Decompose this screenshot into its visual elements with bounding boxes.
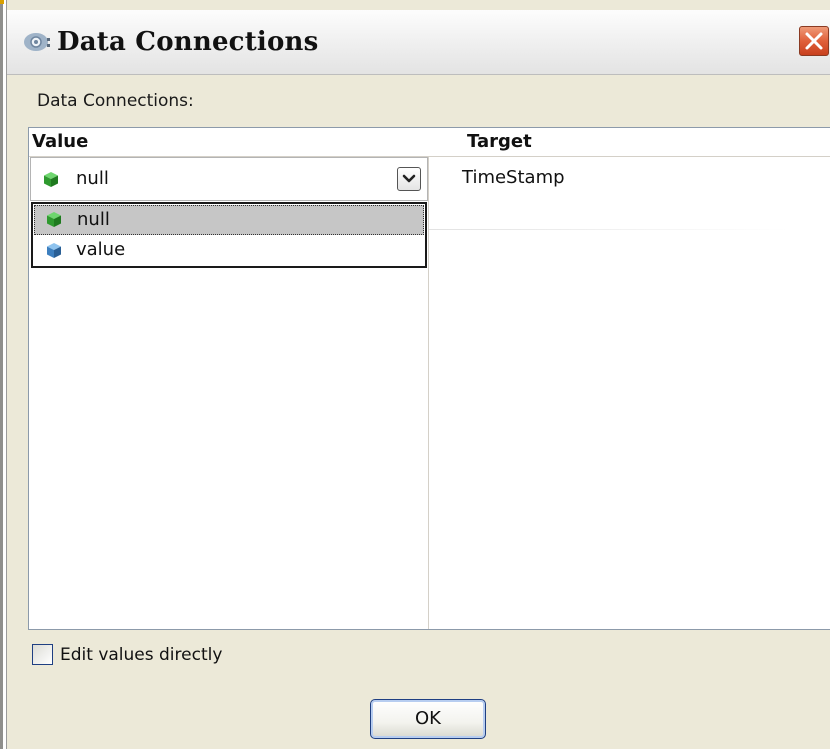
section-label: Data Connections:	[37, 91, 194, 111]
title-bar[interactable]: Data Connections	[7, 10, 830, 75]
column-header-target[interactable]: Target	[467, 128, 532, 155]
background-window-edge	[0, 0, 3, 749]
close-icon	[805, 32, 823, 50]
target-cell[interactable]: TimeStamp	[462, 166, 565, 190]
green-cube-icon	[47, 212, 61, 227]
column-header-value[interactable]: Value	[32, 128, 88, 155]
chevron-down-icon	[402, 174, 416, 183]
checkbox-label[interactable]: Edit values directly	[60, 643, 222, 667]
dropdown-option-label: null	[77, 209, 110, 230]
row-divider	[429, 229, 789, 230]
close-button[interactable]	[799, 26, 829, 56]
edit-values-directly-checkbox[interactable]	[32, 644, 53, 665]
corner-mark	[0, 0, 4, 4]
green-cube-icon	[44, 172, 58, 187]
dropdown-option-null[interactable]: null	[34, 205, 424, 235]
ok-button[interactable]: OK	[370, 699, 486, 739]
column-divider	[428, 128, 429, 629]
dropdown-option-label: value	[76, 239, 126, 260]
connections-table: Value Target null TimeStamp null value	[28, 127, 830, 630]
dropdown-option-value[interactable]: value	[34, 236, 424, 266]
table-header: Value Target	[29, 128, 830, 157]
edit-values-directly-row: Edit values directly	[32, 643, 332, 669]
value-dropdown-list: null value	[31, 202, 427, 268]
gear-icon	[24, 33, 50, 51]
combo-selected-value: null	[76, 168, 109, 189]
blue-cube-icon	[47, 243, 61, 258]
window-title: Data Connections	[57, 27, 319, 57]
value-combo-box[interactable]: null	[30, 157, 428, 201]
dropdown-arrow-button[interactable]	[397, 167, 421, 191]
data-connections-dialog: Data Connections Data Connections: Value…	[6, 0, 830, 749]
table-row: null TimeStamp	[29, 157, 830, 230]
